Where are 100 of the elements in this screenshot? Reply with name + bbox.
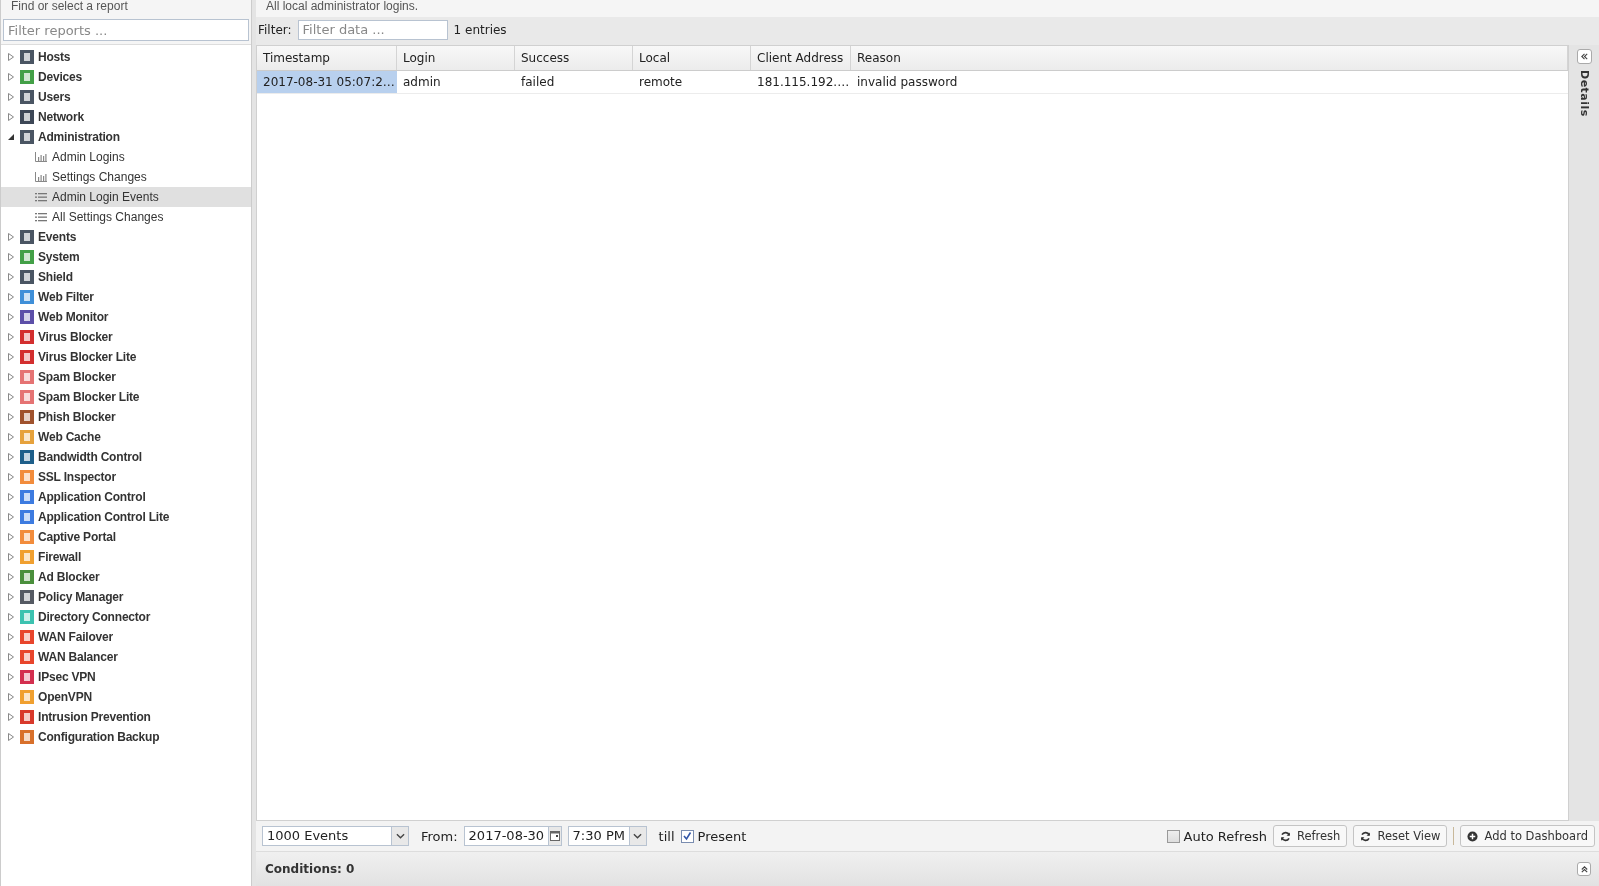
add-icon [1467, 830, 1479, 842]
tree-item[interactable]: SSL Inspector [1, 467, 251, 487]
column-header[interactable]: Login [397, 46, 515, 70]
expand-icon[interactable] [7, 673, 15, 681]
expand-conditions-button[interactable] [1577, 862, 1591, 876]
tree-item[interactable]: Configuration Backup [1, 727, 251, 747]
toolbar-button[interactable]: Add to Dashboard [1460, 825, 1595, 847]
expand-icon[interactable] [7, 473, 15, 481]
tree-item[interactable]: Directory Connector [1, 607, 251, 627]
tree-item[interactable]: Spam Blocker Lite [1, 387, 251, 407]
tree-item[interactable]: Application Control Lite [1, 507, 251, 527]
filter-reports-field[interactable]: Filter reports ... [3, 19, 249, 41]
tree-item[interactable]: Policy Manager [1, 587, 251, 607]
tree-item[interactable]: Devices [1, 67, 251, 87]
tree-item[interactable]: Ad Blocker [1, 567, 251, 587]
tree-item[interactable]: Virus Blocker [1, 327, 251, 347]
tree-item[interactable]: Users [1, 87, 251, 107]
expand-icon[interactable] [7, 233, 15, 241]
expand-icon[interactable] [7, 113, 15, 121]
column-header[interactable]: Local [633, 46, 751, 70]
expand-icon[interactable] [7, 513, 15, 521]
chevron-down-icon [395, 833, 405, 839]
tree-item[interactable]: Web Cache [1, 427, 251, 447]
expand-icon[interactable] [7, 313, 15, 321]
tree-item[interactable]: IPsec VPN [1, 667, 251, 687]
present-checkbox[interactable] [680, 829, 694, 843]
tree-label: Bandwidth Control [38, 450, 142, 464]
tree-item[interactable]: Shield [1, 267, 251, 287]
expand-icon[interactable] [7, 653, 15, 661]
expand-icon[interactable] [7, 93, 15, 101]
tree-label: Events [38, 230, 77, 244]
expand-icon[interactable] [7, 413, 15, 421]
tree-item[interactable]: Network [1, 107, 251, 127]
expand-icon[interactable] [7, 593, 15, 601]
expand-icon[interactable] [7, 633, 15, 641]
tree-item[interactable]: Virus Blocker Lite [1, 347, 251, 367]
expand-icon[interactable] [7, 373, 15, 381]
expand-icon[interactable] [7, 393, 15, 401]
tree-item[interactable]: Firewall [1, 547, 251, 567]
expand-icon[interactable] [7, 273, 15, 281]
tree-item[interactable]: Spam Blocker [1, 367, 251, 387]
tree-item[interactable]: Web Monitor [1, 307, 251, 327]
tree-item[interactable]: Bandwidth Control [1, 447, 251, 467]
column-header[interactable]: Success [515, 46, 633, 70]
time-dropdown[interactable]: 7:30 PM [567, 826, 647, 846]
report-item[interactable]: Admin Logins [1, 147, 251, 167]
expand-icon[interactable] [7, 693, 15, 701]
expand-icon[interactable] [7, 73, 15, 81]
date-field[interactable]: 2017-08-30 [463, 826, 562, 846]
tree-item[interactable]: Administration [1, 127, 251, 147]
tree-item[interactable]: System [1, 247, 251, 267]
filter-data-field[interactable]: Filter data ... [297, 19, 448, 40]
tree-item[interactable]: Phish Blocker [1, 407, 251, 427]
toolbar-button[interactable]: Reset View [1353, 825, 1448, 847]
expand-panel-button[interactable] [1576, 49, 1592, 64]
tree-item[interactable]: Hosts [1, 47, 251, 67]
auto-refresh-checkbox[interactable] [1166, 829, 1180, 843]
tree-label: Directory Connector [38, 610, 151, 624]
expand-icon[interactable] [7, 613, 15, 621]
column-header[interactable]: Timestamp [257, 46, 397, 70]
tree-label: All Settings Changes [52, 210, 164, 224]
expand-icon[interactable] [7, 353, 15, 361]
report-item[interactable]: Settings Changes [1, 167, 251, 187]
table-cell[interactable]: failed [515, 71, 633, 93]
tree-item[interactable]: WAN Failover [1, 627, 251, 647]
expand-icon[interactable] [7, 493, 15, 501]
table-cell[interactable]: invalid password [851, 71, 1568, 93]
auto-refresh-label: Auto Refresh [1183, 828, 1267, 844]
expand-icon[interactable] [7, 533, 15, 541]
table-cell[interactable]: admin [397, 71, 515, 93]
table-cell[interactable]: 2017-08-31 05:07:2… [257, 71, 397, 93]
tree-item[interactable]: Events [1, 227, 251, 247]
events-limit-dropdown[interactable]: 1000 Events [262, 826, 409, 846]
expand-icon[interactable] [7, 293, 15, 301]
tree-label: Firewall [38, 550, 82, 564]
table-cell[interactable]: remote [633, 71, 751, 93]
tree-label: Web Monitor [38, 310, 109, 324]
tree-item[interactable]: Web Filter [1, 287, 251, 307]
report-item[interactable]: All Settings Changes [1, 207, 251, 227]
expand-icon[interactable] [7, 433, 15, 441]
report-item[interactable]: Admin Login Events [1, 187, 251, 207]
expand-icon[interactable] [7, 573, 15, 581]
expand-icon[interactable] [7, 553, 15, 561]
column-header[interactable]: Client Address [751, 46, 851, 70]
tree-item[interactable]: Captive Portal [1, 527, 251, 547]
table-cell[interactable]: 181.115.192.… [751, 71, 851, 93]
tree-label: Admin Login Events [52, 190, 159, 204]
collapse-icon[interactable] [7, 133, 15, 141]
tree-item[interactable]: WAN Balancer [1, 647, 251, 667]
column-header[interactable]: Reason [851, 46, 1568, 70]
expand-icon[interactable] [7, 333, 15, 341]
tree-item[interactable]: Intrusion Prevention [1, 707, 251, 727]
expand-icon[interactable] [7, 713, 15, 721]
tree-item[interactable]: OpenVPN [1, 687, 251, 707]
expand-icon[interactable] [7, 53, 15, 61]
expand-icon[interactable] [7, 253, 15, 261]
tree-item[interactable]: Application Control [1, 487, 251, 507]
expand-icon[interactable] [7, 453, 15, 461]
toolbar-button[interactable]: Refresh [1272, 825, 1348, 847]
expand-icon[interactable] [7, 733, 15, 741]
